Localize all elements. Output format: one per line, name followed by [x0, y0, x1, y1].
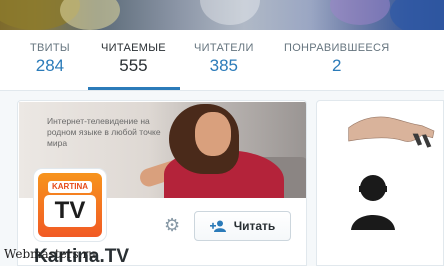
profile-card-partial[interactable] [316, 100, 444, 266]
partial-avatar[interactable] [337, 166, 409, 238]
profile-header-banner [0, 0, 444, 30]
stat-likes-label: ПОНРАВИВШЕЕСЯ [284, 42, 390, 54]
kartina-logo: KARTINA TV [38, 173, 102, 237]
stat-likes[interactable]: ПОНРАВИВШЕЕСЯ 2 [284, 42, 389, 76]
active-tab-indicator [88, 87, 180, 90]
stat-tweets-value: 284 [35, 56, 65, 75]
add-user-icon [209, 220, 226, 232]
watermark-text: Webmasters.ru [4, 247, 96, 261]
stat-following-value: 555 [119, 56, 148, 75]
follow-button[interactable]: Читать [194, 211, 291, 241]
follow-button-label: Читать [233, 219, 276, 233]
stat-tweets-label: ТВИТЫ [30, 42, 70, 54]
woman-face-shape [195, 112, 231, 156]
profile-nav: ТВИТЫ 284 ЧИТАЕМЫЕ 555 ЧИТАТЕЛИ 385 ПОНР… [0, 30, 444, 91]
hand-image [348, 116, 435, 148]
promo-text: Интернет-телевидение на родном языке в л… [47, 116, 161, 148]
logo-main-text: TV [44, 195, 96, 227]
logo-top-text: KARTINA [48, 181, 92, 193]
stat-followers-value: 385 [209, 56, 239, 75]
stat-followers[interactable]: ЧИТАТЕЛИ 385 [194, 42, 254, 76]
stat-followers-label: ЧИТАТЕЛИ [194, 42, 254, 54]
stat-likes-value: 2 [332, 56, 342, 75]
stat-following[interactable]: ЧИТАЕМЫЕ 555 [101, 42, 166, 76]
gear-icon[interactable]: ⚙ [164, 216, 182, 234]
stat-following-label: ЧИТАЕМЫЕ [101, 42, 166, 54]
stat-tweets[interactable]: ТВИТЫ 284 [30, 42, 70, 76]
profile-card[interactable]: Интернет-телевидение на родном языке в л… [17, 100, 307, 266]
avatar[interactable]: KARTINA TV [34, 169, 106, 241]
